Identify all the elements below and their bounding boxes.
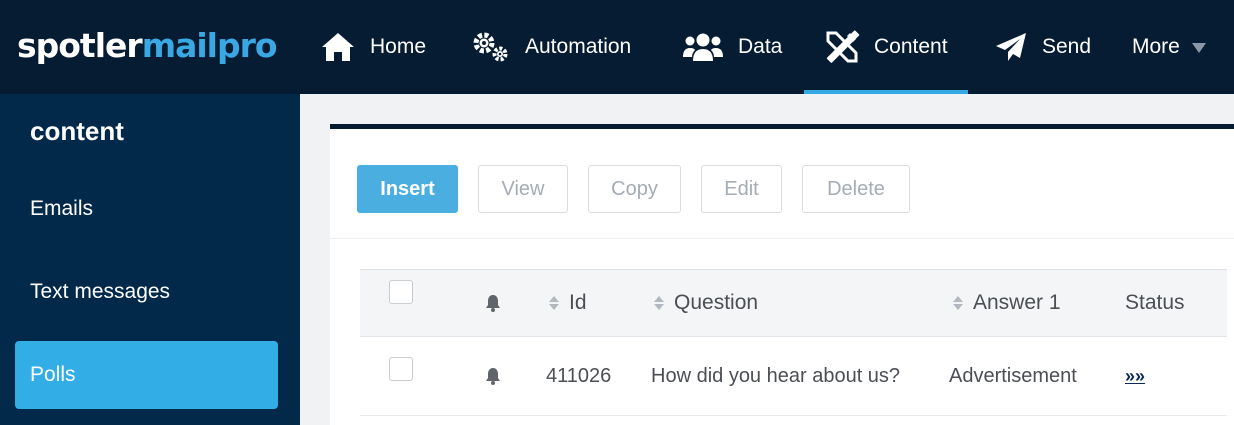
select-all-checkbox[interactable] <box>389 280 413 304</box>
nav-label: Content <box>874 35 948 58</box>
sort-icon <box>654 296 664 310</box>
nav-label: More <box>1132 35 1180 58</box>
top-navigation: spotlermailpro Home Automation Data Cont… <box>0 0 1234 94</box>
sidebar: content Emails Text messages Polls <box>0 94 300 425</box>
cell-question: How did you hear about us? <box>651 364 901 387</box>
polls-table: Id Question Answer 1 Status 411026 How d… <box>360 269 1227 416</box>
sort-icon <box>953 296 963 310</box>
nav-home[interactable]: Home <box>320 0 426 94</box>
bell-icon <box>486 368 500 385</box>
sidebar-item-polls[interactable]: Polls <box>15 341 278 409</box>
design-tools-icon <box>826 30 860 63</box>
column-header-id[interactable]: Id <box>549 270 587 336</box>
cell-answer-1: Advertisement <box>949 364 1077 387</box>
nav-content[interactable]: Content <box>804 0 968 94</box>
copy-button[interactable]: Copy <box>588 165 681 213</box>
delete-button[interactable]: Delete <box>802 165 910 213</box>
status-cell: »» <box>1125 337 1145 415</box>
toolbar: Insert View Copy Edit Delete <box>357 165 930 213</box>
notification-column <box>485 270 501 336</box>
table-row[interactable]: 411026 How did you hear about us? Advert… <box>360 337 1227 416</box>
nav-send[interactable]: Send <box>994 0 1091 94</box>
column-header-status[interactable]: Status <box>1125 270 1185 336</box>
notification-cell <box>485 337 501 415</box>
sort-icon <box>549 296 559 310</box>
sidebar-item-label: Emails <box>30 197 94 220</box>
cell-id: 411026 <box>546 364 612 387</box>
paper-plane-icon <box>996 33 1026 61</box>
table-header: Id Question Answer 1 Status <box>360 269 1227 337</box>
nav-label: Home <box>370 35 427 58</box>
nav-label: Send <box>1042 35 1092 58</box>
edit-button[interactable]: Edit <box>701 165 782 213</box>
status-link[interactable]: »» <box>1125 366 1145 387</box>
toolbar-divider <box>330 238 1234 239</box>
sidebar-item-label: Polls <box>30 363 76 386</box>
caret-down-icon <box>1191 43 1206 53</box>
sidebar-title: content <box>30 116 124 146</box>
row-checkbox[interactable] <box>389 357 413 381</box>
home-icon <box>322 33 354 61</box>
gears-icon <box>473 32 508 62</box>
nav-automation[interactable]: Automation <box>471 0 631 94</box>
bell-icon <box>486 295 500 312</box>
select-all-cell <box>389 270 413 336</box>
insert-button[interactable]: Insert <box>357 165 458 213</box>
column-header-question[interactable]: Question <box>654 270 758 336</box>
nav-label: Automation <box>525 35 632 58</box>
sidebar-item-text-messages[interactable]: Text messages <box>15 258 278 326</box>
nav-data[interactable]: Data <box>682 0 782 94</box>
view-button[interactable]: View <box>478 165 568 213</box>
sidebar-item-label: Text messages <box>30 280 171 303</box>
column-header-answer-1[interactable]: Answer 1 <box>953 270 1061 336</box>
content-panel: Insert View Copy Edit Delete Id Question… <box>330 124 1234 425</box>
row-select-cell <box>389 337 413 415</box>
nav-label: Data <box>738 35 783 58</box>
nav-more[interactable]: More <box>1132 0 1206 94</box>
users-icon <box>683 33 723 61</box>
brand-logo[interactable]: spotlermailpro <box>17 26 278 66</box>
sidebar-item-emails[interactable]: Emails <box>15 175 278 243</box>
